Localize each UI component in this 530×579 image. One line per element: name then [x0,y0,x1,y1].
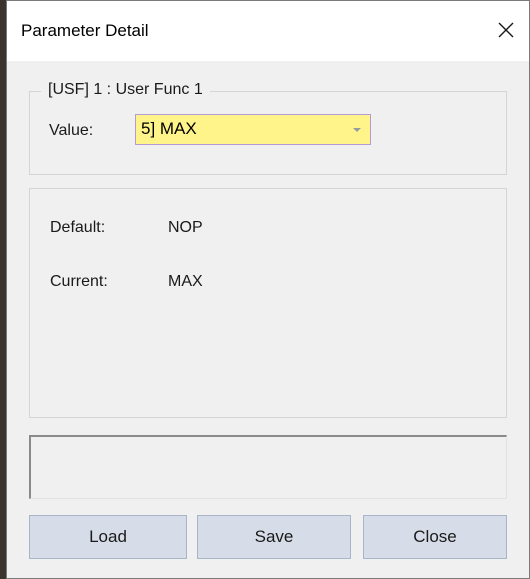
current-value: MAX [168,273,203,290]
title-bar: Parameter Detail [7,1,529,61]
chevron-down-icon[interactable] [344,115,370,144]
parameter-group-legend: [USF] 1 : User Func 1 [41,81,210,99]
value-dropdown-selected: 5] MAX [141,119,197,138]
value-label: Value: [49,122,94,139]
message-box [29,435,507,499]
value-dropdown[interactable]: 5] MAX [135,114,371,145]
current-label: Current: [50,273,108,290]
default-value: NOP [168,219,203,236]
default-label: Default: [50,219,106,236]
info-panel: Default: NOP Current: MAX [29,188,507,418]
close-icon[interactable] [491,15,521,45]
parameter-detail-dialog: Parameter Detail [USF] 1 : User Func 1 V… [6,0,530,579]
close-button[interactable]: Close [363,515,507,559]
save-button[interactable]: Save [197,515,351,559]
load-button[interactable]: Load [29,515,187,559]
dialog-title: Parameter Detail [21,21,149,40]
